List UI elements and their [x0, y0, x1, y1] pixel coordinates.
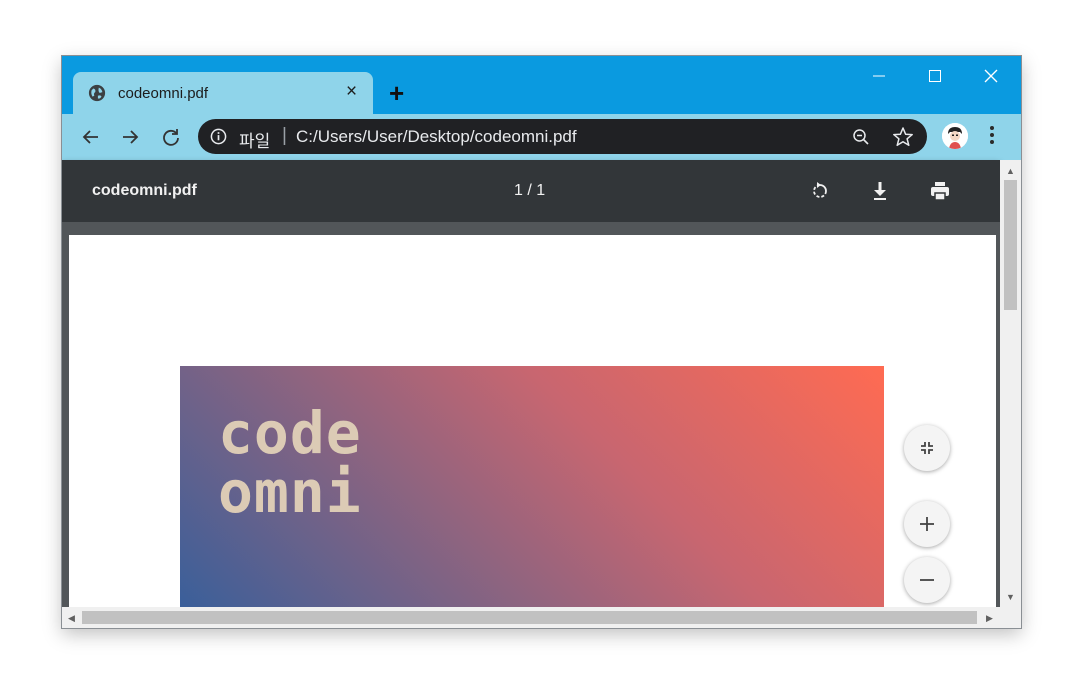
tab-codeomni[interactable]: codeomni.pdf × — [73, 72, 373, 114]
close-icon — [984, 69, 998, 83]
scroll-right-arrow-icon[interactable]: ▶ — [986, 613, 993, 623]
svg-text:omni: omni — [218, 458, 362, 520]
pdf-file-title: codeomni.pdf — [92, 182, 197, 199]
codeomni-logo: code omni — [218, 400, 362, 520]
back-arrow-icon — [82, 130, 98, 144]
minimize-button[interactable] — [856, 64, 902, 88]
maximize-icon — [929, 70, 941, 82]
avatar-icon — [942, 123, 968, 149]
profile-avatar[interactable] — [942, 123, 968, 149]
zoom-in-button[interactable] — [904, 501, 950, 547]
scroll-left-arrow-icon[interactable]: ◀ — [68, 613, 75, 623]
bookmark-star-icon[interactable] — [892, 126, 914, 148]
close-window-button[interactable] — [968, 64, 1014, 88]
globe-icon — [88, 84, 106, 102]
plus-icon — [920, 517, 934, 531]
download-icon[interactable] — [866, 177, 894, 205]
minus-icon — [920, 579, 934, 581]
horizontal-scrollbar[interactable]: ◀ ▶ — [62, 607, 1000, 628]
horizontal-scroll-thumb[interactable] — [82, 611, 977, 624]
forward-arrow-icon — [123, 130, 139, 144]
zoom-out-magnifier-icon[interactable] — [852, 128, 870, 146]
minimize-icon — [873, 75, 885, 77]
vertical-scrollbar[interactable]: ▲ ▼ — [1000, 160, 1021, 607]
fit-to-page-button[interactable] — [904, 425, 950, 471]
address-bar[interactable]: 파일 | C:/Users/User/Desktop/codeomni.pdf — [198, 119, 927, 154]
url-scheme-label: 파일 — [239, 132, 271, 151]
tab-close-button[interactable]: × — [346, 81, 357, 103]
codeomni-banner-image: code omni — [180, 366, 884, 607]
pdf-viewer[interactable]: code omni — [62, 222, 1000, 607]
pdf-page-indicator[interactable]: 1 / 1 — [514, 182, 545, 200]
back-button[interactable] — [78, 124, 104, 150]
vertical-scroll-thumb[interactable] — [1004, 180, 1017, 310]
new-tab-button[interactable]: + — [389, 78, 404, 108]
maximize-button[interactable] — [912, 64, 958, 88]
info-icon[interactable] — [210, 128, 227, 145]
url-text[interactable]: C:/Users/User/Desktop/codeomni.pdf — [296, 127, 577, 147]
scroll-up-arrow-icon[interactable]: ▲ — [1006, 166, 1015, 176]
fit-to-page-icon — [921, 442, 933, 454]
url-separator: | — [282, 125, 287, 146]
scrollbar-corner — [1000, 607, 1021, 628]
zoom-out-button[interactable] — [904, 557, 950, 603]
svg-text:code: code — [218, 400, 362, 467]
pdf-toolbar: codeomni.pdf 1 / 1 — [62, 160, 1000, 222]
title-bar: codeomni.pdf × + — [62, 56, 1021, 114]
pdf-page: code omni — [69, 235, 996, 607]
reload-icon — [163, 129, 179, 146]
more-menu-icon[interactable] — [988, 124, 996, 148]
print-icon[interactable] — [926, 177, 954, 205]
forward-button[interactable] — [117, 124, 143, 150]
browser-window: codeomni.pdf × + 파일 | C:/Users/User/Desk… — [62, 56, 1021, 628]
browser-toolbar: 파일 | C:/Users/User/Desktop/codeomni.pdf — [62, 114, 1021, 160]
scroll-down-arrow-icon[interactable]: ▼ — [1006, 592, 1015, 602]
rotate-icon[interactable] — [806, 177, 834, 205]
tab-title: codeomni.pdf — [118, 85, 209, 102]
reload-button[interactable] — [158, 124, 184, 150]
